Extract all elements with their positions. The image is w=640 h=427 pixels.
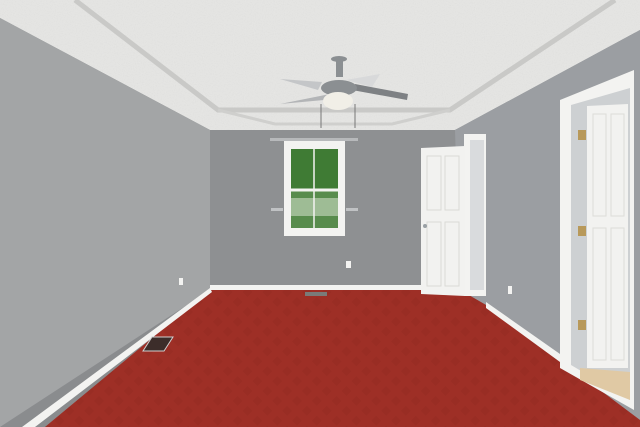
floor-vent-back [305, 292, 327, 296]
open-interior-door [421, 134, 486, 296]
room-photo [0, 0, 640, 427]
hallway-door [560, 70, 634, 410]
room-illustration [0, 0, 640, 427]
outlet [179, 278, 183, 285]
baseboard-back [210, 285, 422, 290]
outlet [346, 261, 351, 268]
outlet [508, 286, 512, 294]
